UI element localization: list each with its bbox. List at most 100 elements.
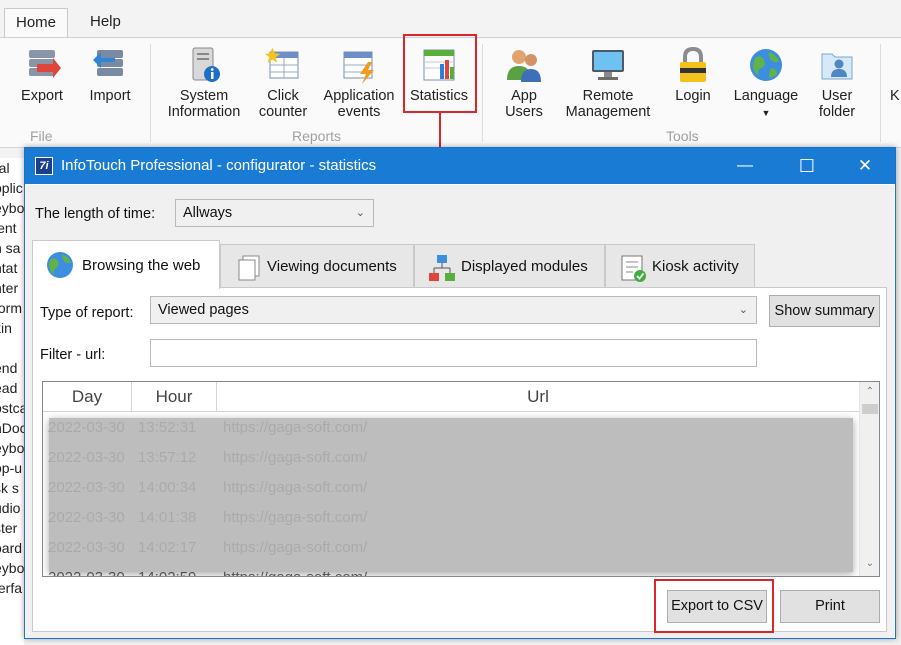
app-users-label-line1: App [511, 88, 537, 104]
background-tree-list: ral pplic eybo ient n sa ntat nter form kin l end e… [0, 158, 24, 645]
click-counter-label-line2: counter [258, 104, 308, 120]
overflow-button[interactable]: K [890, 88, 901, 104]
system-information-label-line1: System [179, 88, 229, 104]
tab-viewing-documents[interactable]: Viewing documents [220, 244, 414, 288]
tab-browsing-the-web-label: Browsing the web [82, 257, 201, 274]
group-label-file: File [30, 128, 53, 144]
type-of-report-select[interactable]: Viewed pages ⌄ [150, 296, 757, 324]
dialog-content: The length of time: Allways ⌄ Browsing t… [26, 185, 894, 638]
close-button[interactable]: ✕ [835, 148, 895, 184]
scrollbar-thumb[interactable] [862, 404, 878, 414]
group-separator [482, 44, 483, 142]
background-list-item: ient [0, 220, 17, 236]
application-events-label-line2: events [337, 104, 381, 120]
app-users-button[interactable]: App Users [496, 42, 552, 120]
background-list-item: ntat [0, 260, 18, 276]
remote-management-label-line2: Management [565, 104, 651, 120]
login-button[interactable]: Login [668, 42, 718, 104]
tab-viewing-documents-label: Viewing documents [267, 258, 397, 275]
background-right-pane [896, 148, 901, 645]
background-list-item: terfa [0, 580, 23, 596]
statistics-table: Day Hour Url 2022-03-3013:52:31https://g… [42, 381, 880, 577]
filter-url-input[interactable] [150, 339, 757, 367]
scroll-down-icon[interactable]: ⌄ [860, 554, 879, 574]
tab-home[interactable]: Home [4, 8, 68, 38]
print-button[interactable]: Print [780, 590, 880, 623]
app-users-label-line2: Users [505, 104, 543, 120]
background-list-item: udio [0, 500, 21, 516]
users-icon [507, 50, 541, 82]
type-of-report-label: Type of report: [40, 305, 134, 321]
application-events-label-line1: Application [323, 88, 395, 104]
dialog-titlebar[interactable]: 7i InfoTouch Professional - configurator… [25, 148, 895, 184]
lock-icon [680, 46, 706, 82]
chevron-down-icon: ⌄ [738, 304, 748, 316]
maximize-button[interactable]: ☐ [777, 148, 837, 184]
tab-help[interactable]: Help [80, 8, 131, 38]
background-list-item: oard [0, 540, 23, 556]
tab-kiosk-activity[interactable]: Kiosk activity [605, 244, 755, 288]
import-button[interactable]: Import [84, 42, 136, 104]
system-information-label-line2: Information [167, 104, 241, 120]
filter-url-label: Filter - url: [40, 347, 106, 363]
tab-displayed-modules-label: Displayed modules [461, 258, 588, 275]
ribbon-tab-bar: Home Help [0, 0, 901, 38]
background-list-item: eybo [0, 560, 24, 576]
user-folder-label-line1: User [821, 88, 853, 104]
background-list-item: ral [0, 160, 10, 176]
length-of-time-select[interactable]: Allways ⌄ [175, 199, 374, 227]
remote-management-label-line1: Remote [582, 88, 634, 104]
documents-icon [238, 255, 260, 281]
checklist-icon [621, 255, 646, 282]
user-folder-button[interactable]: User folder [812, 42, 862, 120]
background-list-item: n sa [0, 240, 21, 256]
column-header-day[interactable]: Day [43, 382, 132, 412]
modules-icon [429, 255, 455, 281]
system-information-button[interactable]: System Information [160, 42, 248, 120]
redaction-overlay [49, 418, 853, 572]
user-folder-label-line2: folder [818, 104, 856, 120]
group-label-reports: Reports [292, 128, 342, 144]
background-list-item: nDoc [0, 420, 24, 436]
click-counter-button[interactable]: Click counter [254, 42, 312, 120]
tab-displayed-modules[interactable]: Displayed modules [414, 244, 605, 288]
language-dropdown-button[interactable]: Language ▼ [730, 42, 802, 121]
export-label: Export [21, 88, 63, 104]
background-list-item: ead [0, 380, 18, 396]
app-logo-icon: 7i [35, 157, 53, 175]
chevron-down-icon: ▼ [761, 108, 771, 118]
statistics-highlight [403, 34, 477, 113]
table-vertical-scrollbar[interactable]: ⌃ ⌄ [859, 382, 879, 576]
application-events-button[interactable]: Application events [318, 42, 400, 120]
group-label-tools: Tools [666, 128, 699, 144]
background-list-item: op-u [0, 460, 23, 476]
globe-icon [47, 252, 73, 278]
export-button[interactable]: Export [16, 42, 68, 104]
background-list-item: ostca [0, 400, 24, 416]
export-csv-highlight [654, 579, 774, 633]
tab-kiosk-activity-label: Kiosk activity [652, 258, 739, 275]
application-events-icon [343, 51, 374, 84]
export-icon [29, 50, 61, 78]
background-list-item: eybo [0, 440, 24, 456]
background-list-item: end [0, 360, 18, 376]
show-summary-button[interactable]: Show summary [769, 295, 880, 327]
scroll-up-icon[interactable]: ⌃ [860, 382, 879, 402]
remote-management-button[interactable]: Remote Management [560, 42, 656, 120]
system-information-icon [192, 47, 220, 82]
length-of-time-label: The length of time: [35, 206, 156, 222]
tab-browsing-the-web[interactable]: Browsing the web [32, 240, 220, 289]
login-label: Login [675, 88, 711, 104]
column-header-url[interactable]: Url [217, 382, 859, 412]
dialog-title: InfoTouch Professional - configurator - … [61, 157, 377, 174]
column-header-hour[interactable]: Hour [132, 382, 217, 412]
background-list-item: form [0, 300, 22, 316]
background-list-item: pplic [0, 180, 23, 196]
background-list-item: sk s [0, 480, 19, 496]
globe-icon [750, 49, 782, 81]
minimize-button[interactable]: — [715, 148, 775, 184]
background-list-item: nter [0, 280, 19, 296]
type-of-report-value: Viewed pages [158, 302, 249, 318]
import-icon [93, 50, 123, 76]
click-counter-icon [265, 47, 299, 79]
